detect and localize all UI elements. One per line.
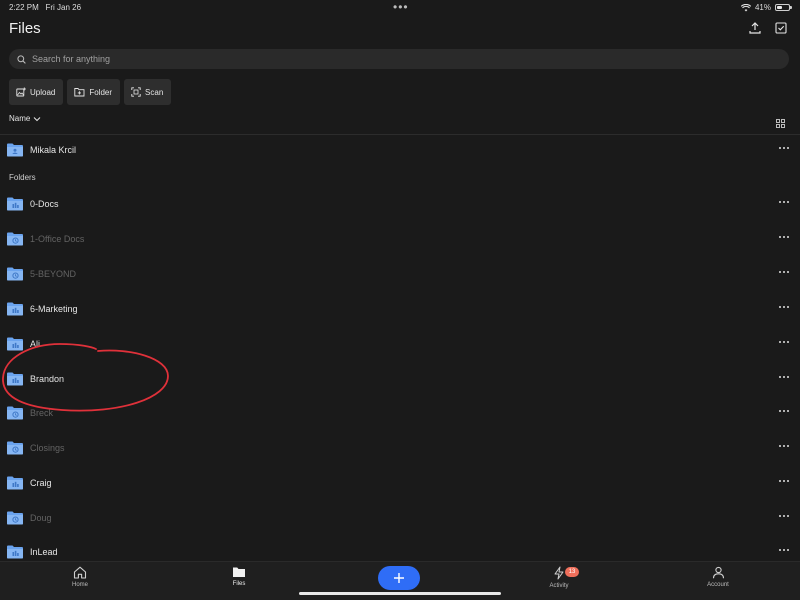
upload-action-button[interactable]: Upload xyxy=(9,79,64,105)
select-button[interactable] xyxy=(774,21,788,35)
action-buttons: Upload Folder Scan xyxy=(9,79,172,105)
wifi-icon xyxy=(740,3,751,11)
more-options-icon[interactable] xyxy=(779,341,789,343)
battery-percent: 41% xyxy=(754,3,771,12)
tab-files[interactable]: Files xyxy=(209,566,269,587)
tab-home[interactable]: Home xyxy=(50,566,110,588)
more-options-icon[interactable] xyxy=(779,236,789,238)
more-options-icon[interactable] xyxy=(779,306,789,308)
sort-row: Name xyxy=(9,114,789,128)
shared-folder-icon xyxy=(7,143,23,157)
item-label: Breck xyxy=(30,408,54,418)
header-actions xyxy=(748,21,788,35)
upload-button[interactable] xyxy=(748,21,762,35)
section-header-folders: Folders xyxy=(9,173,36,182)
item-label: Craig xyxy=(30,478,52,488)
home-indicator[interactable] xyxy=(299,592,501,595)
tab-account[interactable]: Account xyxy=(688,566,748,588)
item-label: 0-Docs xyxy=(30,199,59,209)
tab-account-label: Account xyxy=(707,582,729,588)
more-options-icon[interactable] xyxy=(779,480,789,482)
home-icon xyxy=(73,566,87,579)
more-options-icon[interactable] xyxy=(779,410,789,412)
more-options-icon[interactable] xyxy=(779,515,789,517)
activity-badge: 13 xyxy=(565,567,579,577)
item-label: 5-BEYOND xyxy=(30,269,77,279)
more-options-icon[interactable] xyxy=(779,549,789,551)
team-folder-icon xyxy=(7,476,23,490)
page-title: Files xyxy=(9,20,41,37)
sort-label: Name xyxy=(9,114,31,123)
sort-by-name-button[interactable]: Name xyxy=(9,114,41,123)
person-icon xyxy=(712,566,724,579)
folder-row[interactable]: 1-Office Docs xyxy=(0,224,800,254)
battery-icon xyxy=(775,4,792,11)
folder-icon xyxy=(233,567,245,577)
more-options-icon[interactable] xyxy=(779,445,789,447)
item-label: Brandon xyxy=(30,374,65,384)
sync-folder-icon xyxy=(7,232,23,246)
status-bar: 2:22 PM Fri Jan 26 ••• 41% xyxy=(0,0,800,16)
tab-activity-label: Activity xyxy=(549,583,569,589)
folder-action-button[interactable]: Folder xyxy=(67,79,121,105)
item-label: 6-Marketing xyxy=(30,304,78,314)
team-folder-icon xyxy=(7,372,23,386)
item-label: InLead xyxy=(30,547,58,557)
scan-action-label: Scan xyxy=(145,87,164,97)
plus-icon xyxy=(394,573,404,583)
grid-icon xyxy=(776,119,785,128)
folder-row[interactable]: Craig xyxy=(0,468,800,498)
folder-row[interactable]: Ali xyxy=(0,329,800,359)
team-folder-icon xyxy=(7,337,23,351)
folder-row[interactable]: Brandon xyxy=(0,364,800,394)
sync-folder-icon xyxy=(7,267,23,281)
upload-icon xyxy=(749,22,761,34)
sync-folder-icon xyxy=(7,511,23,525)
create-button[interactable] xyxy=(378,566,420,590)
scan-icon xyxy=(131,87,141,97)
chevron-down-icon xyxy=(33,116,41,121)
folder-action-label: Folder xyxy=(89,87,113,97)
folder-row[interactable]: Doug xyxy=(0,503,800,533)
date: Fri Jan 26 xyxy=(45,3,82,12)
more-options-icon[interactable] xyxy=(779,376,789,378)
item-label: 1-Office Docs xyxy=(30,234,85,244)
item-label: Closings xyxy=(30,443,65,453)
scan-action-button[interactable]: Scan xyxy=(124,79,172,105)
upload-action-label: Upload xyxy=(30,87,56,97)
grid-view-toggle[interactable] xyxy=(776,115,785,133)
item-label: Doug xyxy=(30,513,52,523)
team-folder-icon xyxy=(7,302,23,316)
new-folder-icon xyxy=(74,88,85,97)
multitasking-dots-icon[interactable]: ••• xyxy=(393,0,409,14)
status-time: 2:22 PM Fri Jan 26 xyxy=(9,3,81,12)
tab-home-label: Home xyxy=(71,582,88,588)
search-bar[interactable] xyxy=(9,49,789,69)
list-item-shared[interactable]: Mikala Krcil xyxy=(0,135,800,165)
item-label: Mikala Krcil xyxy=(30,145,77,155)
more-options-icon[interactable] xyxy=(779,271,789,273)
folder-row[interactable]: 5-BEYOND xyxy=(0,259,800,289)
tab-activity[interactable]: Activity xyxy=(529,566,589,589)
lightning-icon xyxy=(554,566,564,580)
upload-image-icon xyxy=(16,87,26,97)
folder-row[interactable]: 0-Docs xyxy=(0,189,800,219)
item-label: Ali xyxy=(30,339,41,349)
team-folder-icon xyxy=(7,545,23,559)
tab-files-label: Files xyxy=(232,581,246,587)
more-options-icon[interactable] xyxy=(779,147,789,149)
sync-folder-icon xyxy=(7,406,23,420)
more-options-icon[interactable] xyxy=(779,201,789,203)
team-folder-icon xyxy=(7,197,23,211)
folder-row[interactable]: 6-Marketing xyxy=(0,294,800,324)
search-icon xyxy=(17,54,26,64)
sync-folder-icon xyxy=(7,441,23,455)
folder-row[interactable]: Closings xyxy=(0,433,800,463)
status-indicators: 41% xyxy=(740,3,792,12)
checkbox-icon xyxy=(775,22,787,34)
clock: 2:22 PM xyxy=(9,3,39,12)
folder-row[interactable]: Breck xyxy=(0,398,800,428)
search-input[interactable] xyxy=(32,54,789,64)
